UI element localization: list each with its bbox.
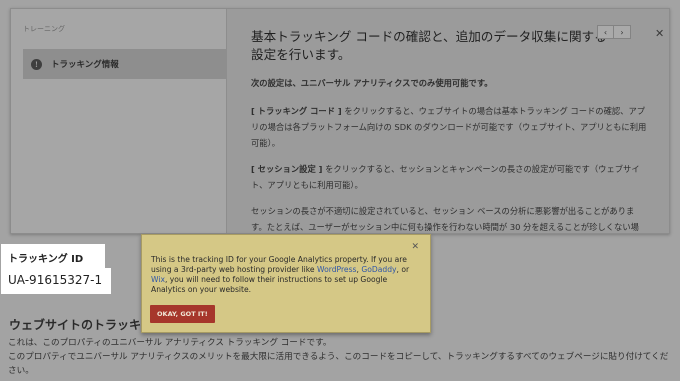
close-icon[interactable]: ✕ xyxy=(411,242,419,252)
help-paragraph-2: [ セッション設定 ] をクリックすると、セッションとキャンペーンの長さの設定が… xyxy=(251,161,649,193)
tooltip-sep-2: , or xyxy=(396,265,410,274)
section-description: これは、このプロパティのユニバーサル アナリティクス トラッキング コードです。… xyxy=(8,336,676,378)
info-icon: ! xyxy=(31,58,42,70)
help-pager: ‹ › xyxy=(597,25,631,39)
help-paragraph-3: セッションの長さが不適切に設定されていると、セッション ベースの分析に悪影響が出… xyxy=(251,206,639,232)
help-nav-heading: トレーニング xyxy=(23,25,65,33)
close-icon[interactable]: ✕ xyxy=(655,27,664,40)
tracking-id-label: トラッキング ID xyxy=(1,244,105,268)
help-body: 次の設定は、ユニバーサル アナリティクスでのみ使用可能です。 [ トラッキング … xyxy=(251,75,649,233)
help-paragraph-1: [ トラッキング コード ] をクリックすると、ウェブサイトの場合は基本トラッキ… xyxy=(251,103,649,151)
tooltip-text-2: , you will need to follow their instruct… xyxy=(151,275,388,294)
description-line-1: これは、このプロパティのユニバーサル アナリティクス トラッキング コードです。 xyxy=(8,338,332,348)
next-button[interactable]: › xyxy=(614,25,631,39)
help-content: 基本トラッキング コードの確認と、追加のデータ収集に関する設定を行います。 ‹ … xyxy=(227,9,669,233)
section-title: ウェブサイトのトラッキン xyxy=(9,318,153,332)
help-panel: トレーニング ! トラッキング情報 基本トラッキング コードの確認と、追加のデー… xyxy=(10,8,670,234)
help-nav-item-label: トラッキング情報 xyxy=(51,60,119,70)
help-lead: 次の設定は、ユニバーサル アナリティクスでのみ使用可能です。 xyxy=(251,78,493,88)
help-p2-bold: [ セッション設定 ] xyxy=(251,164,323,174)
help-title: 基本トラッキング コードの確認と、追加のデータ収集に関する設定を行います。 xyxy=(251,29,607,62)
wordpress-link[interactable]: WordPress xyxy=(317,265,357,274)
godaddy-link[interactable]: GoDaddy xyxy=(361,265,396,274)
description-line-2: このプロパティでユニバーサル アナリティクスのメリットを最大限に活用できるよう、… xyxy=(8,352,669,376)
tracking-id-value: UA-91615327-1 xyxy=(1,268,111,294)
okay-got-it-button[interactable]: OKAY, GOT IT! xyxy=(150,305,215,323)
prev-button[interactable]: ‹ xyxy=(597,25,614,39)
help-p1-bold: [ トラッキング コード ] xyxy=(251,106,342,116)
tooltip-text: This is the tracking ID for your Google … xyxy=(151,255,423,295)
wix-link[interactable]: Wix xyxy=(151,275,165,284)
help-nav: トレーニング ! トラッキング情報 xyxy=(11,9,227,233)
help-nav-item-tracking-info[interactable]: ! トラッキング情報 xyxy=(23,49,227,79)
tracking-id-tooltip: ✕ This is the tracking ID for your Googl… xyxy=(141,234,431,333)
